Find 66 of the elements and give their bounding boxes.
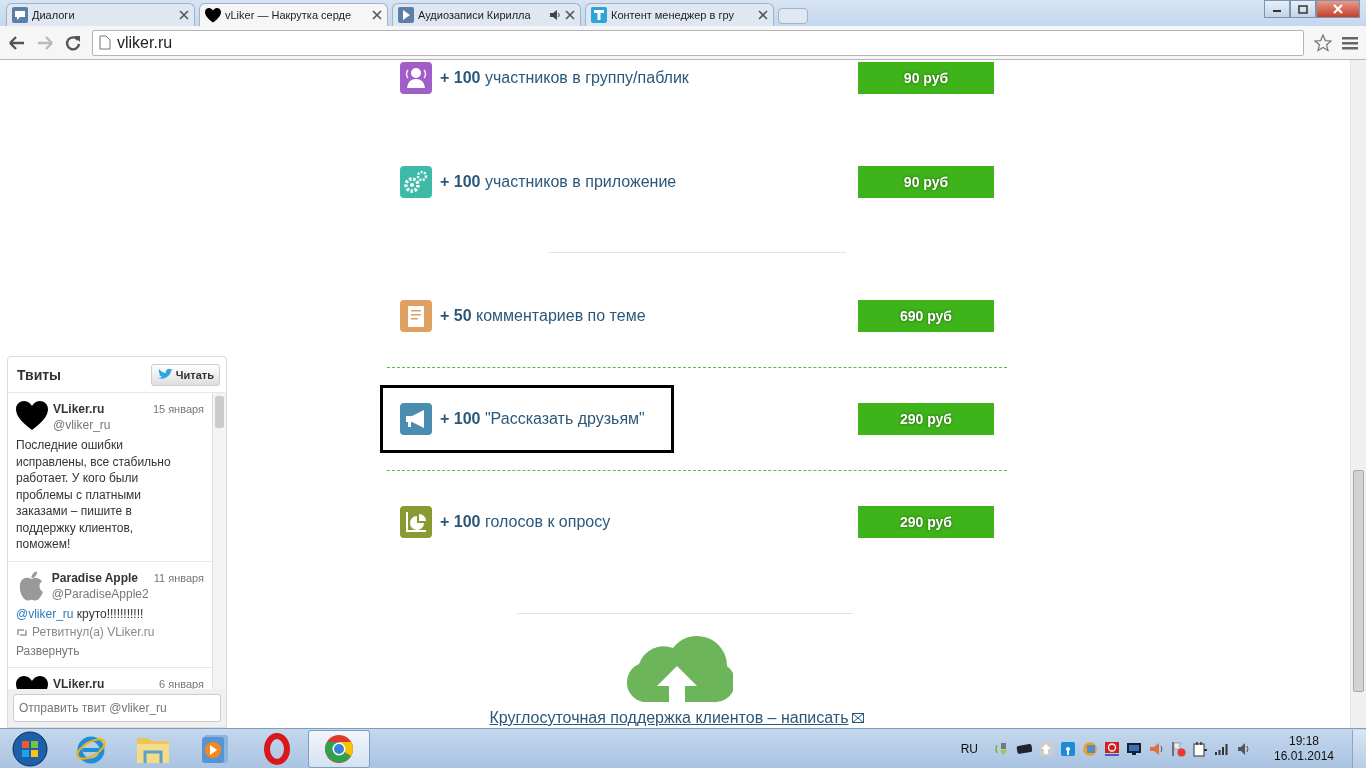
retweet-note: Ретвитнул(а) VLiker.ru [32, 624, 155, 640]
clock[interactable]: 19:18 16.01.2014 [1272, 733, 1336, 764]
heart-icon [205, 7, 221, 23]
gears-icon [400, 166, 432, 198]
page-icon [99, 35, 111, 50]
author-name[interactable]: VLiker.ru [53, 401, 111, 417]
maximize-button[interactable] [1290, 0, 1316, 18]
flag-error-icon[interactable] [1170, 740, 1186, 757]
close-icon[interactable] [179, 10, 189, 20]
scrollbar[interactable] [212, 393, 226, 689]
back-arrow-icon[interactable] [8, 34, 26, 51]
browser-tab[interactable]: Контент менеджер в гру [585, 3, 774, 26]
follow-button[interactable]: Читать [150, 363, 220, 386]
antenna-icon[interactable] [1060, 740, 1076, 757]
pie-chart-icon [400, 506, 432, 538]
browser-tab[interactable]: Диалоги [6, 3, 195, 26]
document-icon [400, 300, 432, 332]
author-name[interactable]: Paradise Apple [51, 569, 149, 586]
scrollbar[interactable] [1350, 60, 1366, 728]
minimize-button[interactable] [1264, 0, 1290, 18]
service-label: + 50 комментариев по теме [440, 306, 647, 326]
maximize-icon [1298, 4, 1308, 14]
close-icon[interactable] [565, 10, 575, 20]
bird-icon [156, 368, 173, 381]
tweet-text: @vliker_ru круто!!!!!!!!!!! [16, 605, 145, 622]
heart-avatar-icon [16, 401, 48, 430]
service-label: + 100 "Рассказать друзьям" [440, 409, 646, 429]
mention-link[interactable]: @vliker_ru [16, 606, 74, 621]
play-button-icon [201, 733, 229, 764]
speech-bubble-icon [12, 7, 28, 23]
speaker-icon[interactable] [1148, 740, 1164, 757]
author-handle[interactable]: @ParadiseApple2 [51, 585, 149, 602]
author-handle[interactable]: @vliker_ru [53, 417, 111, 433]
browser-tab[interactable]: vLiker — Накрутка серде [199, 3, 388, 26]
reload-icon[interactable] [64, 33, 82, 52]
close-icon [1332, 4, 1344, 14]
content-icon [591, 7, 607, 23]
tweet-input[interactable]: Отправить твит @vliker_ru [13, 694, 221, 722]
taskbar-app-button[interactable] [308, 729, 370, 768]
tweet-text: Последние ошибки исправлены, все стабильно работает. У кого были проблемы с платными заказами – пишите в поддержку клиентов, поможем! [16, 437, 172, 553]
service-label: + 100 участников в приложение [440, 172, 678, 192]
ring-icon [264, 732, 290, 765]
service-label: + 100 участников в группу/паблик [440, 68, 690, 88]
address-bar[interactable]: vliker.ru [92, 29, 1304, 56]
widget-title: Твиты [17, 366, 62, 383]
speaker-icon [549, 9, 561, 21]
browser-tab[interactable]: Аудиозаписи Кирилла [392, 3, 581, 26]
monitor-icon[interactable] [1126, 740, 1142, 757]
close-icon[interactable] [758, 10, 768, 20]
support-link[interactable]: Круглосуточная поддержка клиентов – написать [489, 706, 865, 728]
language-indicator[interactable]: RU [960, 739, 978, 758]
power-plug-icon[interactable] [1192, 740, 1208, 757]
tweet-date[interactable]: 11 января [153, 569, 204, 602]
retweet-icon [16, 627, 28, 637]
author-name[interactable]: VLiker.ru [53, 676, 105, 689]
play-icon [398, 7, 414, 23]
megaphone-icon [400, 403, 432, 435]
star-icon[interactable] [1314, 33, 1332, 52]
service-label: + 100 голосов к опросу [440, 512, 612, 532]
expand-link[interactable]: Развернуть [16, 643, 204, 659]
envelope-icon [852, 713, 865, 723]
chrome-icon [324, 733, 354, 764]
close-icon[interactable] [372, 10, 382, 20]
menu-icon[interactable] [1342, 35, 1358, 50]
close-button[interactable] [1316, 0, 1360, 18]
tweet-date[interactable]: 15 января [152, 401, 204, 433]
